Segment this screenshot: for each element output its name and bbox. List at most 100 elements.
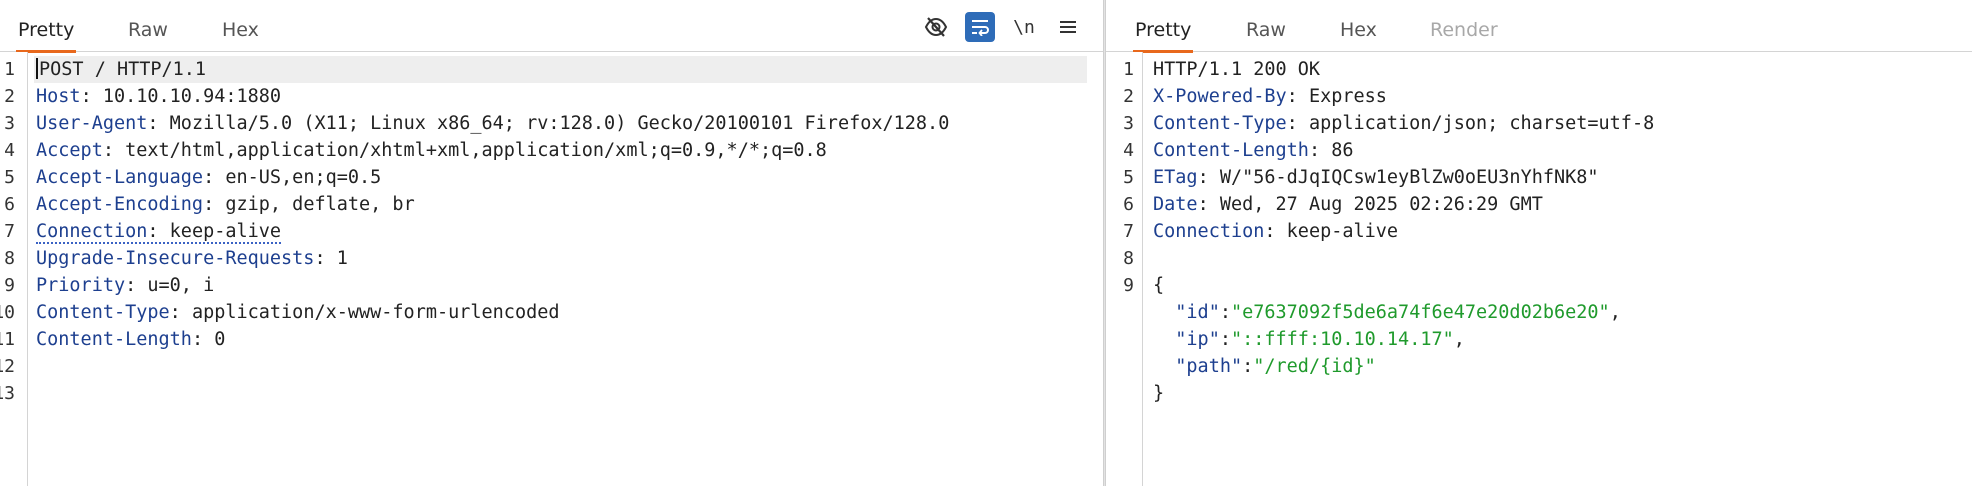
tab-response-raw[interactable]: Raw xyxy=(1246,0,1286,52)
tab-request-raw[interactable]: Raw xyxy=(128,0,168,52)
header-name: User-Agent xyxy=(36,113,148,134)
header-value: keep-alive xyxy=(169,221,282,242)
menu-icon[interactable] xyxy=(1053,12,1083,42)
json-brace: } xyxy=(1153,383,1165,404)
header-name: Accept-Encoding xyxy=(36,194,204,215)
line-number: 2 xyxy=(1123,86,1134,107)
response-header-line[interactable]: X-Powered-By: Express xyxy=(1153,83,1972,110)
line-number: 9 xyxy=(4,275,15,296)
response-header-line[interactable]: Date: Wed, 27 Aug 2025 02:26:29 GMT xyxy=(1153,191,1972,218)
status-line-text: HTTP/1.1 200 OK xyxy=(1153,59,1321,80)
empty-line[interactable] xyxy=(36,380,1103,407)
line-number: 3 xyxy=(4,113,15,134)
request-header-line[interactable]: Host: 10.10.10.94:1880 xyxy=(36,83,1103,110)
json-open-brace[interactable]: { xyxy=(1153,272,1972,299)
request-header-line[interactable]: Priority: u=0, i xyxy=(36,272,1103,299)
line-number: 10 xyxy=(0,302,15,323)
request-header-line[interactable]: Connection: keep-alive xyxy=(36,218,1103,245)
request-pane: Pretty Raw Hex \n 1 2 3 4 5 6 7 8 9 0 1 … xyxy=(0,0,1103,486)
request-header-line[interactable]: Content-Type: application/x-www-form-url… xyxy=(36,299,1103,326)
line-number: 3 xyxy=(1123,113,1134,134)
tab-request-pretty[interactable]: Pretty xyxy=(16,0,77,53)
line-number: 4 xyxy=(4,140,15,161)
status-line[interactable]: HTTP/1.1 200 OK xyxy=(1153,56,1972,83)
response-line-gutter: 1 2 3 4 5 6 7 8 9 xyxy=(1106,52,1143,486)
request-header-line[interactable]: Upgrade-Insecure-Requests: 1 xyxy=(36,245,1103,272)
json-close-brace[interactable]: } xyxy=(1153,380,1972,407)
request-header-line[interactable]: Content-Length: 0 xyxy=(36,326,1103,353)
response-editor[interactable]: 1 2 3 4 5 6 7 8 9 HTTP/1.1 200 OK X-Powe… xyxy=(1106,52,1972,486)
line-number: 5 xyxy=(1123,167,1134,188)
line-number: 11 xyxy=(0,329,15,350)
header-name: Content-Type xyxy=(36,302,170,323)
header-name: Connection xyxy=(36,221,148,242)
header-name: X-Powered-By xyxy=(1153,86,1287,107)
json-field[interactable]: "id":"e7637092f5de6a74f6e47e20d02b6e20", xyxy=(1153,299,1972,326)
wrap-lines-icon[interactable] xyxy=(965,12,995,42)
header-name: Accept-Language xyxy=(36,167,204,188)
request-header-line[interactable]: Accept-Language: en-US,en;q=0.5 xyxy=(36,164,1103,191)
request-header-line[interactable]: User-Agent: Mozilla/5.0 (X11; Linux x86_… xyxy=(36,110,1103,137)
header-value: en-US,en;q=0.5 xyxy=(225,167,382,188)
response-header-line[interactable]: Connection: keep-alive xyxy=(1153,218,1972,245)
header-value: W/"56-dJqIQCsw1eyBlZw0oEU3nYhfNK8" xyxy=(1219,167,1599,188)
line-number: 9 xyxy=(1123,275,1134,296)
response-header-line[interactable]: ETag: W/"56-dJqIQCsw1eyBlZw0oEU3nYhfNK8" xyxy=(1153,164,1972,191)
header-name: Date xyxy=(1153,194,1198,215)
line-number: 5 xyxy=(4,167,15,188)
header-name: Content-Length xyxy=(36,329,192,350)
header-value: 86 xyxy=(1331,140,1354,161)
line-number: 1 xyxy=(4,59,15,80)
header-name: Upgrade-Insecure-Requests xyxy=(36,248,315,269)
line-number: 13 xyxy=(0,383,15,404)
request-tabbar: Pretty Raw Hex \n xyxy=(0,0,1103,53)
header-value: 0 xyxy=(214,329,226,350)
json-key: "path" xyxy=(1175,356,1243,377)
newline-icon[interactable]: \n xyxy=(1009,12,1039,42)
tab-response-pretty[interactable]: Pretty xyxy=(1133,0,1194,53)
tab-response-hex[interactable]: Hex xyxy=(1340,0,1377,52)
request-header-line[interactable]: Accept: text/html,application/xhtml+xml,… xyxy=(36,137,1103,164)
line-number: 2 xyxy=(4,86,15,107)
header-name: Priority xyxy=(36,275,126,296)
json-value: "e7637092f5de6a74f6e47e20d02b6e20" xyxy=(1230,302,1610,323)
json-value: "/red/{id}" xyxy=(1253,356,1376,377)
empty-line[interactable] xyxy=(1153,245,1972,272)
line-number: 6 xyxy=(4,194,15,215)
header-name: Content-Type xyxy=(1153,113,1287,134)
empty-line[interactable] xyxy=(36,353,1103,380)
request-toolbar: \n xyxy=(921,10,1083,44)
header-value: 10.10.10.94:1880 xyxy=(102,86,282,107)
request-line[interactable]: POST / HTTP/1.1 xyxy=(34,56,1087,83)
header-value: u=0, i xyxy=(147,275,215,296)
header-name: ETag xyxy=(1153,167,1198,188)
json-field[interactable]: "ip":"::ffff:10.10.14.17", xyxy=(1153,326,1972,353)
response-tabbar: Pretty Raw Hex Render xyxy=(1106,0,1972,53)
line-number: 7 xyxy=(4,221,15,242)
json-field[interactable]: "path":"/red/{id}" xyxy=(1153,353,1972,380)
json-key: "id" xyxy=(1175,302,1220,323)
header-value: Mozilla/5.0 (X11; Linux x86_64; rv:128.0… xyxy=(169,113,950,134)
tab-response-render[interactable]: Render xyxy=(1430,0,1498,52)
line-number: 7 xyxy=(1123,221,1134,242)
request-header-line[interactable]: Accept-Encoding: gzip, deflate, br xyxy=(36,191,1103,218)
request-line-gutter: 1 2 3 4 5 6 7 8 9 10 11 12 13 xyxy=(0,52,28,486)
request-editor[interactable]: 1 2 3 4 5 6 7 8 9 10 11 12 13 POST / HTT… xyxy=(0,52,1103,486)
request-text[interactable]: POST / HTTP/1.1 Host: 10.10.10.94:1880 U… xyxy=(34,56,1103,486)
header-name: Content-Length xyxy=(1153,140,1309,161)
response-pane: Pretty Raw Hex Render 1 2 3 4 5 6 7 8 9 … xyxy=(1106,0,1972,486)
response-header-line[interactable]: Content-Type: application/json; charset=… xyxy=(1153,110,1972,137)
header-value: Express xyxy=(1308,86,1387,107)
tab-request-hex[interactable]: Hex xyxy=(222,0,259,52)
hide-eye-icon[interactable] xyxy=(921,12,951,42)
request-line-text: POST / HTTP/1.1 xyxy=(39,59,207,80)
header-value: text/html,application/xhtml+xml,applicat… xyxy=(125,140,827,161)
response-text[interactable]: HTTP/1.1 200 OK X-Powered-By: Express Co… xyxy=(1153,56,1972,486)
json-brace: { xyxy=(1153,275,1165,296)
header-name: Accept xyxy=(36,140,103,161)
header-value: 1 xyxy=(336,248,348,269)
json-key: "ip" xyxy=(1175,329,1220,350)
line-number: 1 xyxy=(1123,59,1134,80)
response-header-line[interactable]: Content-Length: 86 xyxy=(1153,137,1972,164)
header-value: application/x-www-form-urlencoded xyxy=(191,302,560,323)
